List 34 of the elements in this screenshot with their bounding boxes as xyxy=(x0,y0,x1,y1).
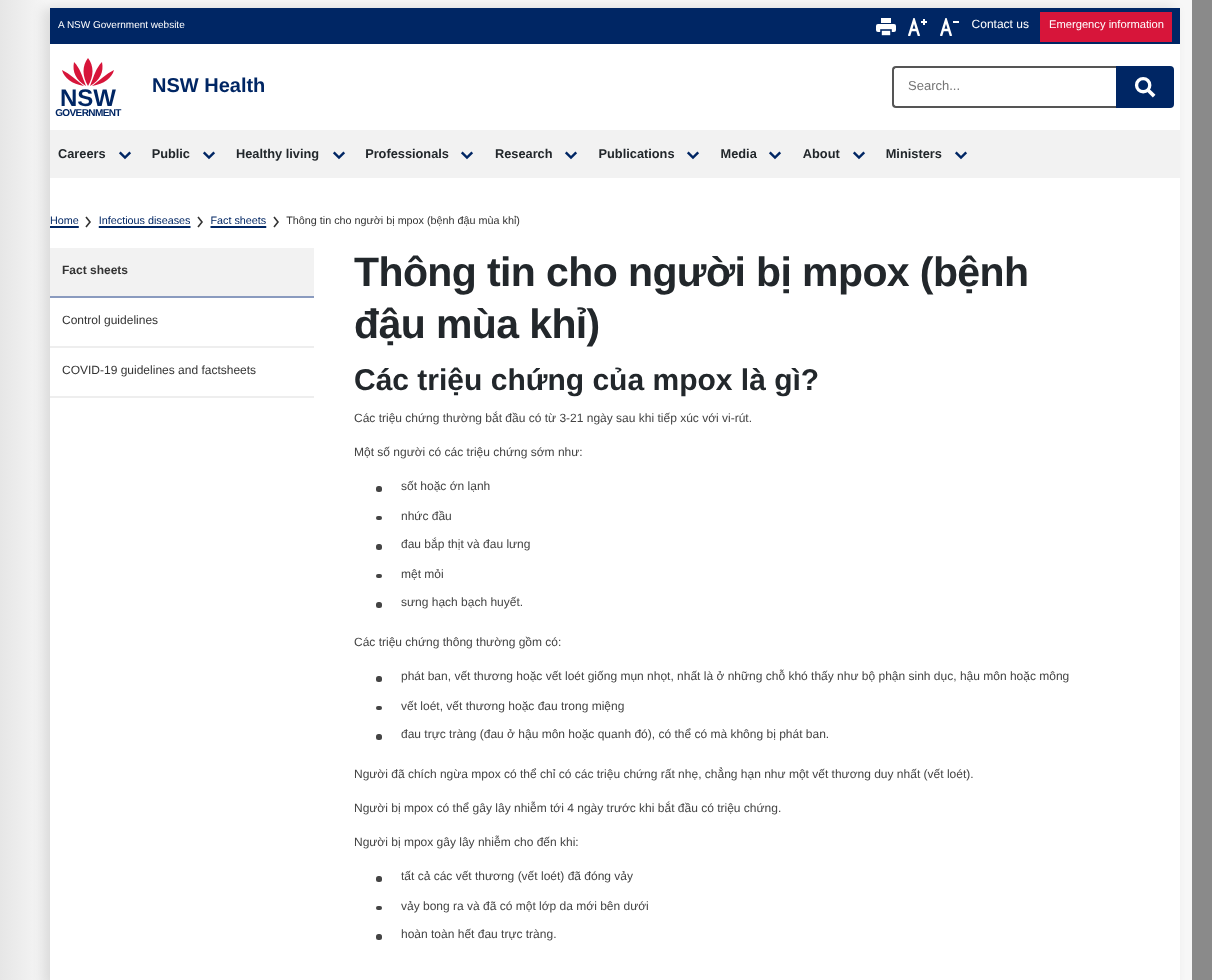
site-name[interactable]: NSW Health xyxy=(152,76,266,98)
chevron-down-icon xyxy=(331,149,346,159)
decrease-text-icon[interactable] xyxy=(939,17,960,35)
section-heading: Các triệu chứng của mpox là gì? xyxy=(354,364,822,398)
search-icon xyxy=(1134,76,1156,98)
scrollbar[interactable] xyxy=(1192,0,1212,980)
waratah-flower-icon xyxy=(58,55,118,87)
bullet-icon xyxy=(376,602,381,607)
chevron-down-icon xyxy=(117,149,132,159)
chevron-down-icon xyxy=(768,149,783,159)
bullet-icon xyxy=(376,573,381,578)
bullet-icon xyxy=(376,676,381,681)
chevron-right-icon xyxy=(84,216,93,228)
increase-text-icon[interactable] xyxy=(907,17,928,35)
bullet-icon xyxy=(376,934,381,939)
chevron-down-icon xyxy=(202,149,216,159)
chevron-right-icon xyxy=(196,216,205,228)
bullet-icon xyxy=(376,515,381,520)
chevron-down-icon xyxy=(851,149,866,159)
page-title: Thông tin cho người bị mpox (bệnh đậu mùa khỉ) xyxy=(354,248,1031,352)
chevron-down-icon xyxy=(460,149,475,159)
chevron-down-icon xyxy=(564,149,579,159)
bullet-icon xyxy=(376,734,381,739)
bullet-icon xyxy=(376,905,381,910)
chevron-right-icon xyxy=(272,216,281,228)
chevron-down-icon xyxy=(953,149,968,159)
search-button[interactable] xyxy=(1116,66,1174,108)
bullet-icon xyxy=(376,486,381,491)
chevron-down-icon xyxy=(686,149,701,159)
logo-wordmark: NSW xyxy=(60,85,116,109)
bullet-icon xyxy=(376,544,381,549)
bullet-icon xyxy=(376,876,381,881)
bullet-icon xyxy=(376,705,381,710)
print-icon[interactable] xyxy=(875,17,896,35)
